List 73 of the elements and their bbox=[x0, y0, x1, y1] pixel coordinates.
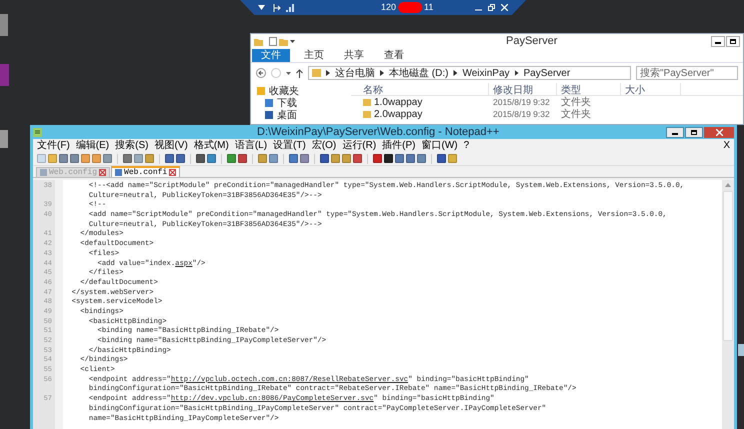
breadcrumb-item[interactable]: 这台电脑 bbox=[335, 66, 375, 80]
desktop-icon[interactable] bbox=[738, 344, 744, 356]
host-address: 120 bbox=[381, 0, 396, 14]
menu-item[interactable]: 宏(O) bbox=[312, 138, 336, 153]
address-bar[interactable]: 这台电脑 本地磁盘 (D:) WeixinPay PayServer bbox=[308, 66, 631, 80]
scrollbar[interactable] bbox=[722, 180, 734, 429]
column-header[interactable]: 修改日期 bbox=[489, 83, 557, 95]
chevron-icon bbox=[380, 70, 384, 76]
breadcrumb-item[interactable]: WeixinPay bbox=[462, 66, 510, 80]
notepad-icon bbox=[33, 128, 42, 136]
forward-icon[interactable] bbox=[271, 68, 281, 78]
menu-item[interactable]: 运行(R) bbox=[342, 138, 376, 153]
scrollbar-thumb[interactable] bbox=[723, 191, 733, 341]
pin-icon[interactable] bbox=[273, 4, 281, 12]
chevron-icon bbox=[514, 70, 519, 76]
desktop-icon[interactable] bbox=[0, 130, 8, 148]
column-header[interactable]: 大小 bbox=[621, 83, 681, 95]
close-button[interactable] bbox=[704, 126, 734, 138]
file-type: 文件夹 bbox=[560, 96, 592, 108]
ribbon-tab[interactable]: 共享 bbox=[338, 48, 370, 63]
back-icon[interactable] bbox=[256, 68, 266, 78]
window-title: D:\WeixinPay\PayServer\Web.config - Notepad++ bbox=[257, 124, 500, 140]
maximize-button[interactable] bbox=[685, 126, 703, 138]
breadcrumb-item[interactable]: PayServer bbox=[524, 66, 570, 80]
minimize-button[interactable] bbox=[666, 126, 684, 138]
close-icon[interactable] bbox=[169, 169, 176, 176]
ribbon-tab[interactable]: 主页 bbox=[298, 48, 330, 63]
redaction-mark bbox=[398, 2, 422, 13]
document-icon[interactable] bbox=[269, 37, 277, 46]
chevron-icon bbox=[453, 70, 458, 76]
file-type: 文件夹 bbox=[560, 108, 592, 122]
nav-item[interactable]: 收藏夹 bbox=[269, 84, 299, 98]
search-field[interactable]: 搜索"PayServer" bbox=[636, 66, 738, 80]
desktop-icon[interactable] bbox=[0, 14, 8, 36]
caret-down-icon[interactable] bbox=[290, 40, 295, 43]
menu-item[interactable]: 窗口(W) bbox=[422, 138, 458, 153]
up-arrow-icon[interactable] bbox=[296, 68, 303, 78]
caret-down-icon[interactable] bbox=[286, 72, 291, 74]
file-name[interactable]: 2.0wappay bbox=[374, 106, 422, 122]
menu-item[interactable]: 文件(F) bbox=[37, 138, 70, 153]
desktop-icon[interactable] bbox=[0, 64, 9, 86]
maximize-button[interactable] bbox=[726, 36, 740, 47]
nav-item[interactable]: 桌面 bbox=[277, 108, 297, 122]
chevron-icon bbox=[326, 70, 330, 76]
close-document-button[interactable]: X bbox=[723, 138, 730, 153]
menu-item[interactable]: 设置(T) bbox=[273, 138, 306, 153]
menu-item[interactable]: 语言(L) bbox=[234, 138, 268, 153]
close-icon[interactable] bbox=[99, 169, 106, 176]
menu-item[interactable]: 视图(V) bbox=[154, 138, 188, 153]
file-date: 2015/8/19 9:32 bbox=[492, 96, 551, 108]
menu-item[interactable]: 插件(P) bbox=[382, 138, 416, 153]
menu-item[interactable]: 搜索(S) bbox=[115, 138, 148, 153]
restore-icon[interactable] bbox=[488, 4, 495, 11]
column-header[interactable]: 类型 bbox=[557, 83, 621, 95]
menu-item[interactable]: 格式(M) bbox=[194, 138, 229, 153]
breadcrumb-item[interactable]: 本地磁盘 (D:) bbox=[389, 66, 448, 80]
ribbon-tab[interactable]: 查看 bbox=[378, 48, 410, 63]
signal-icon bbox=[286, 4, 294, 12]
file-date: 2015/8/19 9:32 bbox=[492, 108, 551, 120]
file-name[interactable]: 1.0wappay bbox=[374, 94, 422, 110]
folder-icon bbox=[312, 69, 321, 77]
folder-icon[interactable] bbox=[254, 37, 263, 46]
column-header[interactable]: 名称 bbox=[351, 83, 489, 95]
window-title: PayServer bbox=[506, 34, 558, 50]
minimize-button[interactable] bbox=[711, 36, 725, 47]
file-tab[interactable]: Web.confi bbox=[111, 166, 180, 177]
nav-item[interactable]: 下载 bbox=[277, 96, 297, 110]
ribbon-tab[interactable]: 文件 bbox=[252, 49, 290, 62]
close-icon bbox=[716, 128, 722, 136]
menu-item[interactable]: 编辑(E) bbox=[76, 138, 110, 153]
menu-item[interactable]: ? bbox=[464, 138, 470, 153]
caret-down-icon[interactable] bbox=[258, 5, 265, 10]
host-address: 11 bbox=[424, 0, 434, 14]
